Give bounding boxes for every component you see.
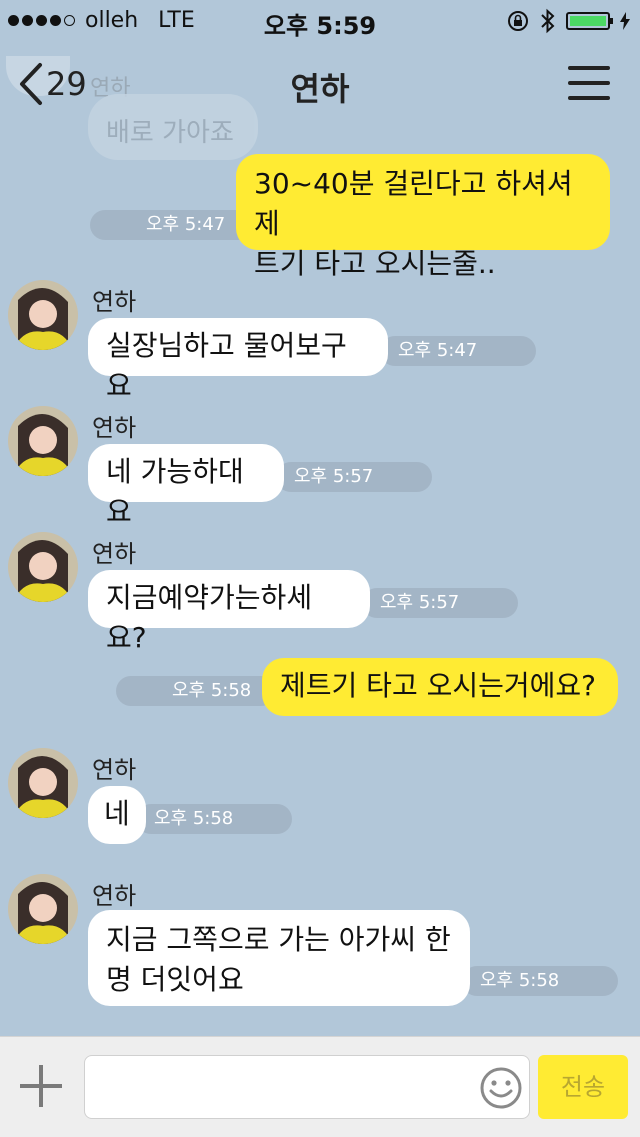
message-timestamp: 오후 5:58 <box>136 804 292 834</box>
my-message-bubble[interactable]: 제트기 타고 오시는거에요? <box>262 658 618 716</box>
their-message-bubble[interactable]: 지금예약가는하세요? <box>88 570 370 654</box>
emoticon-icon[interactable] <box>479 1066 523 1110</box>
message-timestamp: 오후 5:58 <box>116 676 276 706</box>
their-message-bubble[interactable]: 네 <box>88 786 146 844</box>
contact-avatar[interactable] <box>8 406 78 476</box>
contact-avatar[interactable] <box>8 532 78 602</box>
sender-name: 연하 <box>92 288 137 316</box>
sender-name: 연하 <box>92 882 137 910</box>
message-timestamp: 오후 5:58 <box>462 966 618 996</box>
sender-name: 연하 <box>92 540 137 568</box>
menu-button[interactable] <box>568 66 610 100</box>
status-right <box>506 8 630 34</box>
their-message-bubble[interactable]: 실장님하고 물어보구요 <box>88 318 388 402</box>
message-timestamp: 오후 5:57 <box>276 462 432 492</box>
message-timestamp: 오후 5:47 <box>380 336 536 366</box>
chat-header: 연하 배로 가아죠 29 연하 <box>0 40 640 160</box>
their-message-bubble[interactable]: 네 가능하대요 <box>88 444 284 528</box>
send-button[interactable]: 전송 <box>538 1055 628 1119</box>
contact-avatar[interactable] <box>8 748 78 818</box>
their-message-bubble[interactable]: 지금 그쪽으로 가는 아가씨 한 명 더잇어요 <box>88 910 470 1006</box>
add-attachment-button[interactable] <box>20 1065 62 1107</box>
charging-icon <box>620 12 630 30</box>
my-message-bubble[interactable]: 30~40분 걸린다고 하셔셔 제 트기 타고 오시는줄.. <box>236 154 610 280</box>
bluetooth-icon <box>541 8 555 34</box>
status-bar: olleh LTE 오후 5:59 <box>0 0 640 40</box>
battery-icon <box>566 12 613 30</box>
contact-avatar[interactable] <box>8 874 78 944</box>
message-timestamp: 오후 5:57 <box>362 588 518 618</box>
chat-title: 연하 <box>290 70 350 108</box>
message-list[interactable]: 오후 5:47 30~40분 걸린다고 하셔셔 제 트기 타고 오시는줄.. 연… <box>0 128 640 1036</box>
rotation-lock-icon <box>508 11 528 31</box>
contact-avatar[interactable] <box>8 280 78 350</box>
sender-name: 연하 <box>92 756 137 784</box>
sender-name: 연하 <box>92 414 137 442</box>
message-composer: 전송 <box>0 1036 640 1137</box>
message-input[interactable] <box>84 1055 530 1119</box>
